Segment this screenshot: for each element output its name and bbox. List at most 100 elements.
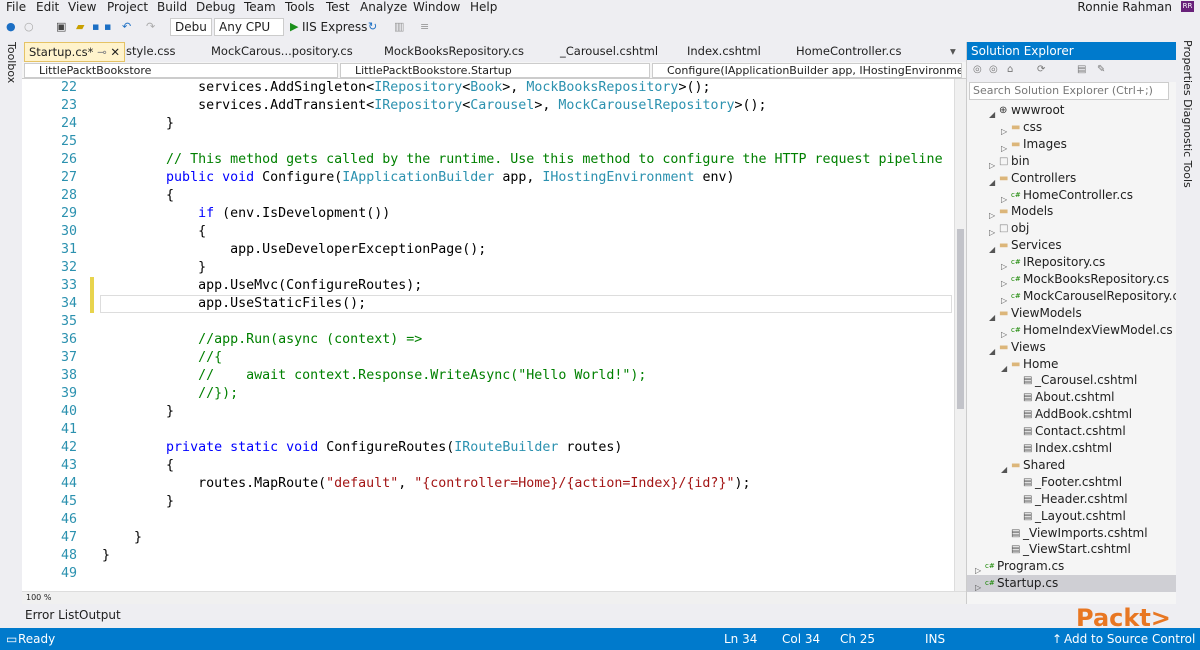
refresh-icon[interactable]: ↻ <box>368 20 377 34</box>
scroll-thumb[interactable] <box>957 229 964 409</box>
tree-item[interactable]: ◢ ▬ Home <box>967 356 1176 373</box>
tab-index-cshtml[interactable]: Index.cshtml <box>687 42 761 62</box>
tab-overflow-icon[interactable]: ▾ <box>950 42 956 62</box>
tab-homecontroller[interactable]: HomeController.cs <box>796 42 901 62</box>
code-line[interactable]: { <box>102 223 206 241</box>
tab-startup-cs[interactable]: Startup.cs* ⊸ ✕ <box>24 42 125 62</box>
code-line[interactable]: //}); <box>102 385 238 403</box>
tree-item[interactable]: ▷ □ obj <box>967 220 1176 237</box>
code-line[interactable]: } <box>102 115 174 133</box>
code-line[interactable]: app.UseMvc(ConfigureRoutes); <box>102 277 422 295</box>
tab-carousel-cshtml[interactable]: _Carousel.cshtml <box>560 42 658 62</box>
se-back-icon[interactable]: ◎ <box>973 64 982 75</box>
code-line[interactable]: routes.MapRoute("default", "{controller=… <box>102 475 750 493</box>
tree-item[interactable]: ◢ ▬ Controllers <box>967 170 1176 187</box>
comment-icon[interactable]: ≡ <box>420 20 429 34</box>
tree-item[interactable]: ▷ □ bin <box>967 153 1176 170</box>
menu-build[interactable]: Build <box>157 0 187 14</box>
user-avatar[interactable]: RR <box>1181 1 1194 12</box>
tab-error-list[interactable]: Error List <box>25 608 79 622</box>
code-line[interactable]: public void Configure(IApplicationBuilde… <box>102 169 734 187</box>
sync-icon[interactable]: ⟳ <box>1037 64 1045 75</box>
code-line[interactable]: } <box>102 493 174 511</box>
tab-mockcarousel[interactable]: MockCarous...pository.cs <box>211 42 353 62</box>
tree-item[interactable]: ▷ ▬ Images <box>967 136 1176 153</box>
play-icon[interactable]: ▶ <box>290 20 298 34</box>
back-icon[interactable]: ● <box>6 20 16 34</box>
menu-test[interactable]: Test <box>326 0 350 14</box>
tree-item[interactable]: ▤ _ViewStart.cshtml <box>967 541 1176 558</box>
code-line[interactable]: //{ <box>102 349 222 367</box>
code-line[interactable]: { <box>102 187 174 205</box>
code-line[interactable]: } <box>102 403 174 421</box>
project-dropdown[interactable]: LittlePacktBookstore <box>24 63 338 78</box>
tree-item[interactable]: ◢ ▬ ViewModels <box>967 305 1176 322</box>
menu-debug[interactable]: Debug <box>196 0 235 14</box>
code-line[interactable]: services.AddTransient<IRepository<Carous… <box>102 97 766 115</box>
user-name[interactable]: Ronnie Rahman <box>1077 0 1172 14</box>
misc-toolbar-icon[interactable]: ▥ <box>394 20 404 34</box>
member-dropdown[interactable]: Configure(IApplicationBuilder app, IHost… <box>652 63 962 78</box>
platform-select[interactable]: Any CPU <box>214 18 284 36</box>
se-forward-icon[interactable]: ◎ <box>989 64 998 75</box>
code-line[interactable]: // await context.Response.WriteAsync("He… <box>102 367 646 385</box>
tree-item[interactable]: ▷ c# HomeController.cs <box>967 187 1176 204</box>
forward-icon[interactable]: ○ <box>24 20 34 34</box>
tree-item[interactable]: ◢ ⊕ wwwroot <box>967 102 1176 119</box>
up-arrow-icon[interactable]: ↑ <box>1052 631 1062 647</box>
tree-item[interactable]: ▷ c# MockCarouselRepository.cs <box>967 288 1185 305</box>
code-line[interactable]: } <box>102 547 110 565</box>
menu-project[interactable]: Project <box>107 0 148 14</box>
tree-item[interactable]: ▤ _Header.cshtml <box>967 491 1176 508</box>
tree-item[interactable]: ▤ About.cshtml <box>967 389 1176 406</box>
settings-icon[interactable]: ✎ <box>1097 64 1105 75</box>
code-line[interactable]: services.AddSingleton<IRepository<Book>,… <box>102 79 710 97</box>
code-line[interactable]: private static void ConfigureRoutes(IRou… <box>102 439 622 457</box>
tab-mockbooks[interactable]: MockBooksRepository.cs <box>384 42 524 62</box>
menu-help[interactable]: Help <box>470 0 497 14</box>
tree-item[interactable]: ▷ c# MockBooksRepository.cs <box>967 271 1176 288</box>
tree-item[interactable]: ◢ ▬ Shared <box>967 457 1176 474</box>
open-folder-icon[interactable]: ▰ <box>76 20 84 34</box>
tree-item[interactable]: ▤ Index.cshtml <box>967 440 1176 457</box>
tree-item[interactable]: ▤ _Layout.cshtml <box>967 508 1176 525</box>
configuration-select[interactable]: Debu <box>170 18 212 36</box>
menu-tools[interactable]: Tools <box>285 0 315 14</box>
code-line[interactable]: app.UseStaticFiles(); <box>102 295 366 313</box>
tree-item[interactable]: ▤ _Carousel.cshtml <box>967 372 1176 389</box>
tree-item[interactable]: ▷ c# HomeIndexViewModel.cs <box>967 322 1176 339</box>
save-all-icon[interactable]: ▪ <box>104 20 111 34</box>
toolbox-tab[interactable]: Toolbox <box>5 42 18 83</box>
horizontal-scrollbar[interactable]: 100 % <box>22 591 966 604</box>
menu-analyze[interactable]: Analyze <box>360 0 407 14</box>
run-button[interactable]: IIS Express <box>302 20 367 34</box>
tree-item[interactable]: ◢ ▬ Views <box>967 339 1176 356</box>
code-line[interactable]: //app.Run(async (context) => <box>102 331 422 349</box>
menu-team[interactable]: Team <box>244 0 276 14</box>
menu-file[interactable]: File <box>6 0 26 14</box>
tree-item[interactable]: ▷ ▬ css <box>967 119 1176 136</box>
tree-item[interactable]: ▷ c# Program.cs <box>967 558 1176 575</box>
tree-item[interactable]: ▤ _ViewImports.cshtml <box>967 525 1176 542</box>
code-editor[interactable]: 22 services.AddSingleton<IRepository<Boo… <box>22 79 954 591</box>
code-line[interactable]: } <box>102 529 142 547</box>
tree-item[interactable]: ▤ AddBook.cshtml <box>967 406 1176 423</box>
save-icon[interactable]: ▪ <box>92 20 99 34</box>
solution-explorer-title[interactable]: Solution Explorer <box>967 42 1177 60</box>
home-icon[interactable]: ⌂ <box>1007 64 1013 75</box>
tree-item[interactable]: ◢ ▬ Services <box>967 237 1176 254</box>
code-line[interactable]: if (env.IsDevelopment()) <box>102 205 390 223</box>
tree-item[interactable]: ▷ ▬ Models <box>967 203 1176 220</box>
code-line[interactable]: } <box>102 259 206 277</box>
tree-item[interactable]: ▷ c# Startup.cs <box>967 575 1176 593</box>
undo-icon[interactable]: ↶ <box>122 20 131 34</box>
tree-item[interactable]: ▷ c# IRepository.cs <box>967 254 1176 271</box>
tree-item[interactable]: ▤ Contact.cshtml <box>967 423 1176 440</box>
vertical-scrollbar[interactable] <box>954 79 966 591</box>
code-line[interactable]: app.UseDeveloperExceptionPage(); <box>102 241 486 259</box>
new-project-icon[interactable]: ▣ <box>56 20 66 34</box>
collapsed-arrow-icon[interactable]: ▷ <box>975 579 981 596</box>
collapse-icon[interactable]: ▤ <box>1077 64 1086 75</box>
tab-style-css[interactable]: style.css <box>126 42 176 62</box>
menu-view[interactable]: View <box>68 0 96 14</box>
